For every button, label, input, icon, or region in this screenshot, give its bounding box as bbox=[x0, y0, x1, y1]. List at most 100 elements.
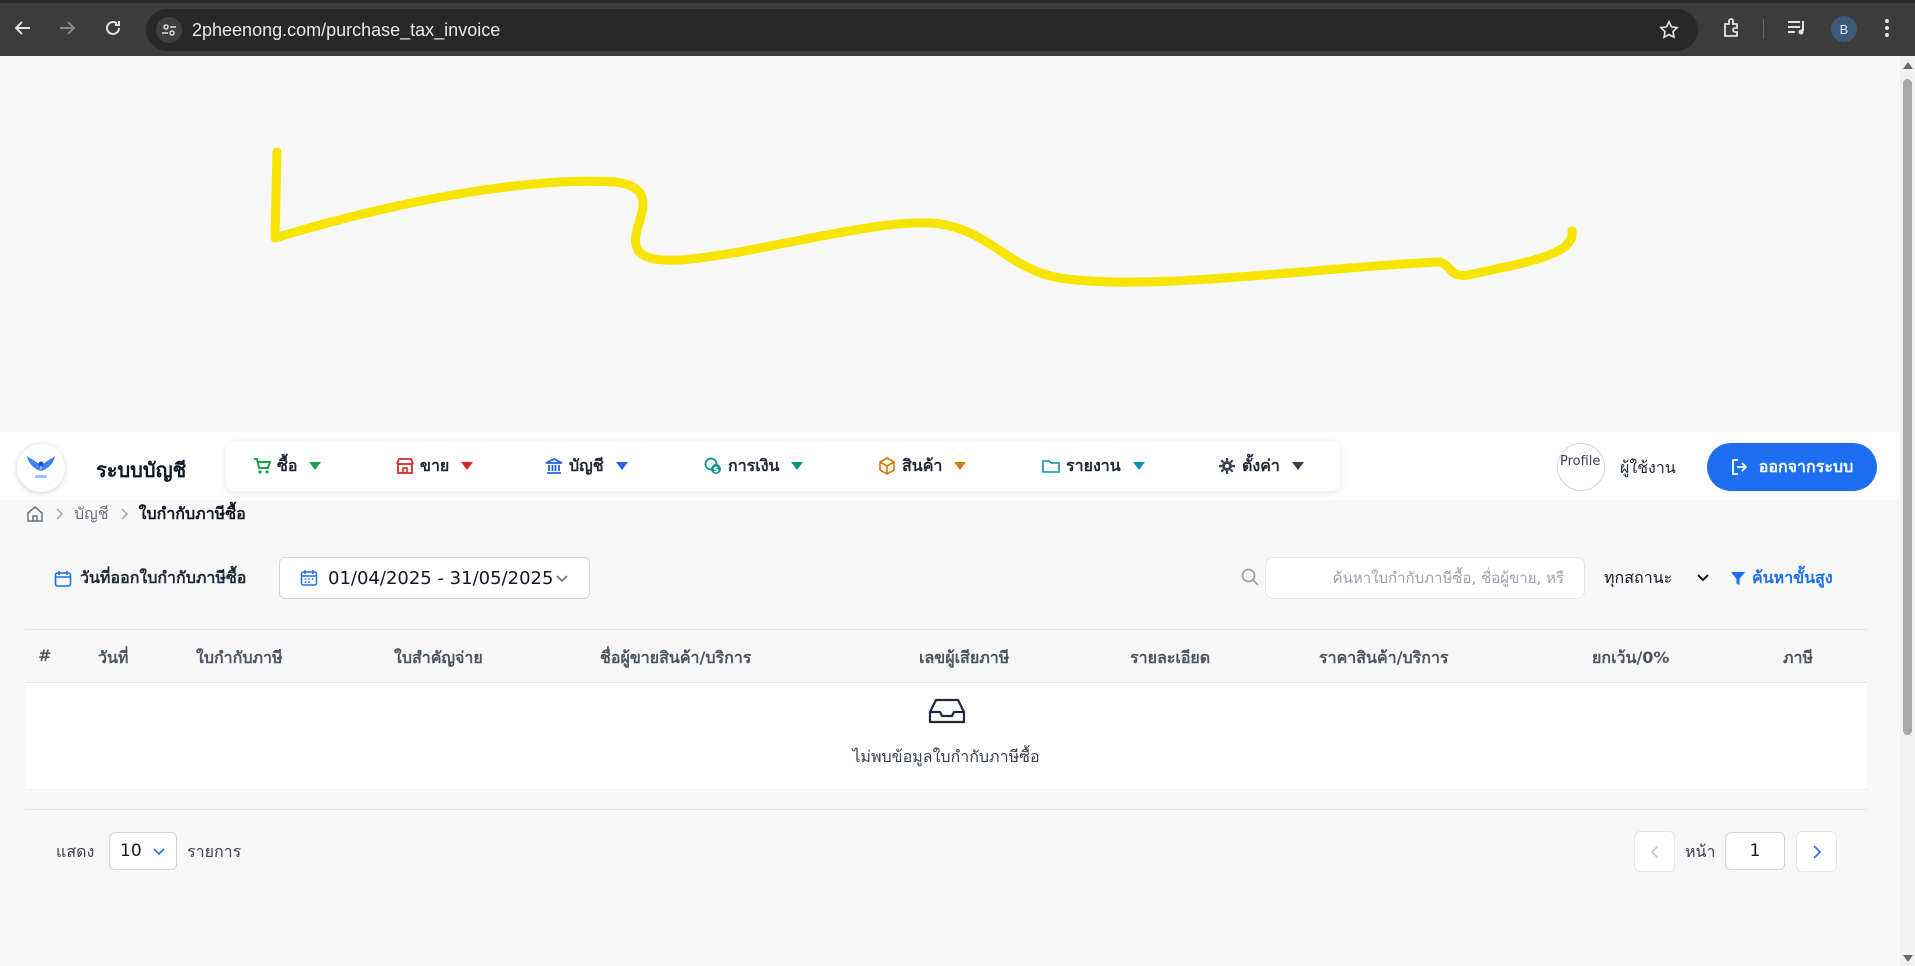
profile-avatar[interactable]: Profile bbox=[1557, 443, 1605, 491]
menu-finance[interactable]: $ การเงิน bbox=[704, 455, 804, 477]
brand-title: ระบบบัญชี bbox=[96, 458, 187, 482]
menu-label: ตั้งค่า bbox=[1242, 455, 1280, 475]
box-icon bbox=[879, 457, 895, 475]
status-select[interactable]: ทุกสถานะ bbox=[1604, 557, 1716, 599]
column-header: ภาษี bbox=[1783, 648, 1814, 667]
date-filter-text: วันที่ออกใบกำกับภาษีซื้อ bbox=[80, 568, 247, 587]
logout-button[interactable]: ออกจากระบบ bbox=[1707, 443, 1877, 491]
advanced-search-label: ค้นหาขั้นสูง bbox=[1752, 568, 1833, 587]
menu-label: การเงิน bbox=[728, 455, 780, 475]
media-queue-icon[interactable] bbox=[1785, 16, 1809, 44]
scroll-up-arrow-icon[interactable] bbox=[1903, 62, 1913, 69]
bookmark-star-icon[interactable] bbox=[1658, 19, 1680, 45]
chevron-right-icon bbox=[121, 508, 128, 520]
menu-label: ซื้อ bbox=[277, 455, 298, 475]
menu-label: บัญชี bbox=[569, 455, 604, 475]
calendar-grid-icon bbox=[300, 570, 318, 586]
breadcrumb-current: ใบกำกับภาษีซื้อ bbox=[138, 503, 246, 523]
empty-message: ไม่พบข้อมูลใบกำกับภาษีซื้อ bbox=[852, 747, 1040, 766]
address-bar[interactable]: 2pheenong.com/purchase_tax_invoice bbox=[146, 9, 1698, 51]
browser-profile-avatar[interactable]: B bbox=[1831, 16, 1857, 42]
menu-accounting[interactable]: บัญชี bbox=[545, 455, 628, 477]
column-header: ใบสำคัญจ่าย bbox=[394, 648, 483, 667]
toolbar-divider bbox=[1763, 19, 1764, 39]
chevron-down-icon bbox=[1697, 574, 1709, 582]
menu-products[interactable]: สินค้า bbox=[878, 455, 967, 477]
caret-down-icon bbox=[791, 462, 804, 470]
column-header: # bbox=[38, 646, 52, 665]
breadcrumb: บัญชี ใบกำกับภาษีซื้อ bbox=[26, 502, 246, 526]
breadcrumb-accounting[interactable]: บัญชี bbox=[74, 502, 109, 527]
chevron-right-icon bbox=[1812, 844, 1821, 859]
caret-down-icon bbox=[954, 462, 967, 470]
menu-label: รายงาน bbox=[1066, 455, 1121, 475]
extensions-icon[interactable] bbox=[1720, 16, 1744, 44]
scroll-down-arrow-icon[interactable] bbox=[1903, 955, 1913, 962]
browser-menu-icon[interactable] bbox=[1877, 16, 1897, 44]
chevron-down-icon bbox=[153, 848, 165, 856]
column-header: วันที่ bbox=[98, 648, 129, 667]
reload-button[interactable] bbox=[101, 16, 125, 40]
app-header: ระบบบัญชี ซื้อ ขาย บัญชี $ การเงิน สินค้… bbox=[0, 432, 1900, 500]
caret-down-icon bbox=[309, 462, 322, 470]
inbox-icon bbox=[928, 698, 966, 724]
url-text[interactable]: 2pheenong.com/purchase_tax_invoice bbox=[192, 20, 500, 41]
page-label: หน้า bbox=[1685, 842, 1716, 861]
caret-down-icon bbox=[615, 462, 628, 470]
date-range-picker[interactable]: 01/04/2025 - 31/05/2025 bbox=[279, 557, 590, 599]
logout-label: ออกจากระบบ bbox=[1758, 456, 1854, 476]
page-size-select[interactable]: 10 bbox=[109, 832, 177, 870]
forward-button[interactable] bbox=[55, 16, 79, 40]
status-value: ทุกสถานะ bbox=[1604, 567, 1673, 587]
site-info-icon[interactable] bbox=[156, 17, 182, 43]
app-logo[interactable] bbox=[17, 444, 65, 492]
home-icon[interactable] bbox=[26, 505, 44, 523]
caret-down-icon bbox=[1132, 462, 1145, 470]
column-header: ใบกำกับภาษี bbox=[196, 648, 283, 667]
divider bbox=[25, 809, 1867, 810]
column-header: ชื่อผู้ขายสินค้า/บริการ bbox=[600, 648, 752, 667]
money-icon: $ bbox=[704, 457, 721, 474]
yellow-annotation-scribble bbox=[270, 147, 1577, 287]
store-icon bbox=[396, 458, 414, 474]
menu-reports[interactable]: รายงาน bbox=[1042, 455, 1145, 477]
empty-state: ไม่พบข้อมูลใบกำกับภาษีซื้อ bbox=[25, 683, 1867, 790]
svg-text:$: $ bbox=[713, 465, 719, 474]
date-filter-label: วันที่ออกใบกำกับภาษีซื้อ bbox=[54, 566, 246, 591]
column-header: ราคาสินค้า/บริการ bbox=[1319, 648, 1449, 667]
advanced-search-button[interactable]: ค้นหาขั้นสูง bbox=[1730, 566, 1833, 591]
next-page-button[interactable] bbox=[1796, 831, 1837, 872]
back-button[interactable] bbox=[11, 16, 35, 40]
arrow-left-icon bbox=[14, 21, 30, 35]
menu-settings[interactable]: ตั้งค่า bbox=[1218, 455, 1304, 477]
logout-icon bbox=[1731, 459, 1748, 475]
page-size-value: 10 bbox=[120, 841, 142, 861]
table-header: # วันที่ ใบกำกับภาษี ใบสำคัญจ่าย ชื่อผู้… bbox=[25, 630, 1867, 683]
browser-toolbar: 2pheenong.com/purchase_tax_invoice B bbox=[0, 0, 1915, 56]
menu-label: ขาย bbox=[420, 455, 450, 475]
username-label[interactable]: ผู้ใช้งาน bbox=[1620, 456, 1676, 481]
menu-sales[interactable]: ขาย bbox=[396, 455, 474, 477]
chevron-left-icon bbox=[1650, 844, 1659, 859]
column-header: เลขผู้เสียภาษี bbox=[919, 648, 1010, 667]
cart-icon bbox=[254, 458, 271, 474]
column-header: ยกเว้น/0% bbox=[1592, 648, 1670, 667]
menu-purchase[interactable]: ซื้อ bbox=[253, 455, 322, 477]
items-label: รายการ bbox=[187, 842, 242, 861]
page-number-input[interactable] bbox=[1725, 832, 1785, 870]
gear-icon bbox=[1219, 458, 1235, 474]
search-input[interactable] bbox=[1265, 557, 1585, 599]
column-header: รายละเอียด bbox=[1130, 648, 1211, 667]
search-icon bbox=[1241, 568, 1259, 586]
date-range-value: 01/04/2025 - 31/05/2025 bbox=[328, 567, 554, 589]
tax-invoice-table: # วันที่ ใบกำกับภาษี ใบสำคัญจ่าย ชื่อผู้… bbox=[25, 629, 1867, 790]
caret-down-icon bbox=[461, 462, 474, 470]
winged-logo-icon bbox=[27, 456, 55, 478]
profile-alt-text: Profile bbox=[1560, 454, 1601, 469]
filter-icon bbox=[1731, 571, 1745, 585]
prev-page-button[interactable] bbox=[1634, 831, 1675, 872]
page-scrollbar[interactable] bbox=[1900, 56, 1915, 966]
reload-icon bbox=[106, 20, 120, 35]
main-menu: ซื้อ ขาย บัญชี $ การเงิน สินค้า รายงาน ต… bbox=[226, 441, 1340, 491]
scrollbar-thumb[interactable] bbox=[1903, 79, 1912, 735]
